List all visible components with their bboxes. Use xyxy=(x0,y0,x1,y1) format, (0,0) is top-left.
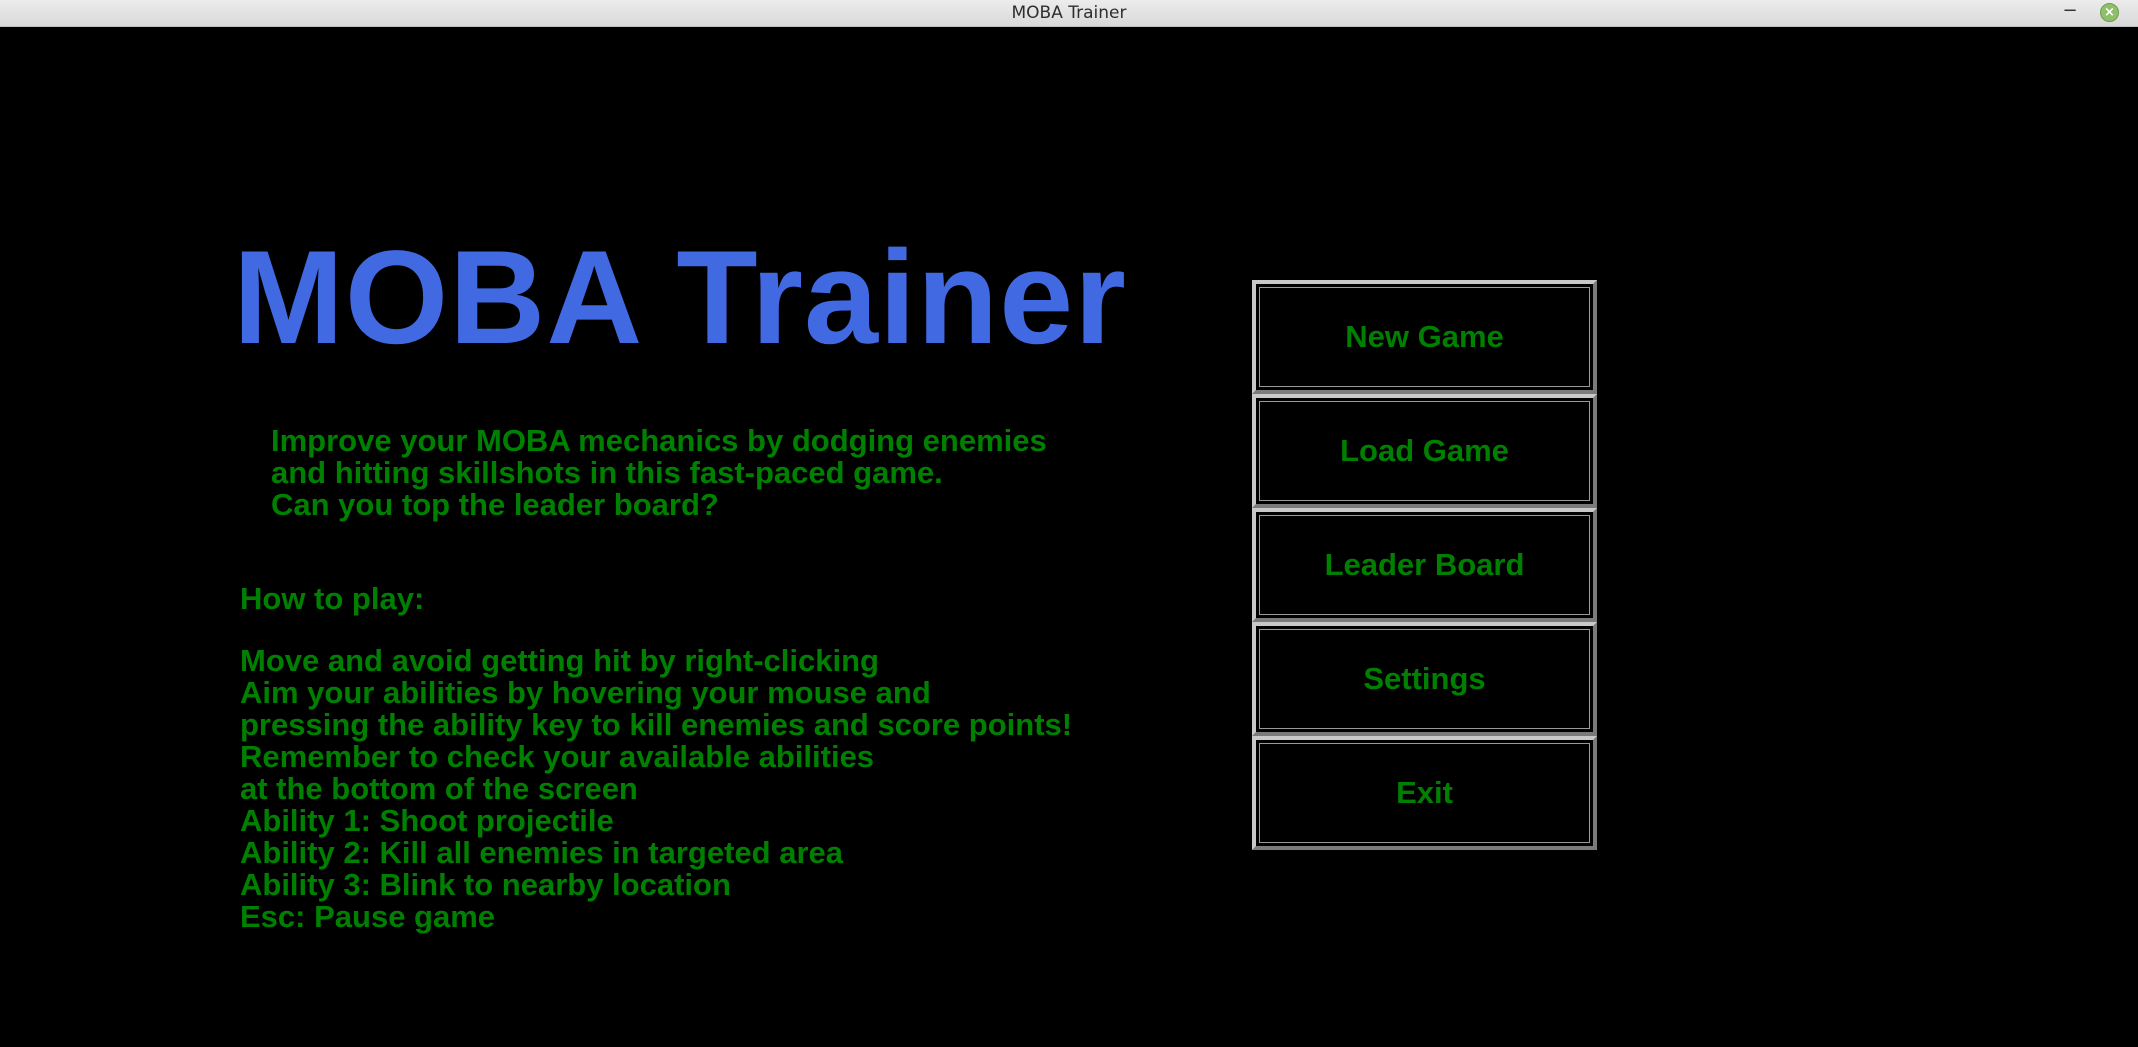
instruction-line: Ability 1: Shoot projectile xyxy=(240,803,614,838)
intro-line: Improve your MOBA mechanics by dodging e… xyxy=(271,423,1047,458)
instruction-line: Aim your abilities by hovering your mous… xyxy=(240,675,931,710)
window-title: MOBA Trainer xyxy=(1011,3,1127,23)
load-game-button[interactable]: Load Game xyxy=(1252,394,1597,508)
new-game-button[interactable]: New Game xyxy=(1252,280,1597,394)
exit-button[interactable]: Exit xyxy=(1252,736,1597,850)
window-titlebar: MOBA Trainer − × xyxy=(0,0,2138,27)
instruction-line: Remember to check your available abiliti… xyxy=(240,739,875,774)
game-title: MOBA Trainer xyxy=(233,224,1127,372)
instruction-line: Move and avoid getting hit by right-clic… xyxy=(240,643,879,678)
intro-line: and hitting skillshots in this fast-pace… xyxy=(271,455,943,490)
settings-button[interactable]: Settings xyxy=(1252,622,1597,736)
instruction-line: at the bottom of the screen xyxy=(240,771,638,806)
game-canvas: MOBA Trainer Improve your MOBA mechanics… xyxy=(0,27,2138,1047)
minimize-icon[interactable]: − xyxy=(2058,2,2082,24)
leader-board-button[interactable]: Leader Board xyxy=(1252,508,1597,622)
instruction-line: pressing the ability key to kill enemies… xyxy=(240,707,1073,742)
intro-text: Improve your MOBA mechanics by dodging e… xyxy=(271,425,1047,521)
instruction-line: Ability 3: Blink to nearby location xyxy=(240,867,731,902)
instructions-list: Move and avoid getting hit by right-clic… xyxy=(240,645,1072,933)
close-icon[interactable]: × xyxy=(2100,3,2119,22)
how-to-play-heading: How to play: xyxy=(240,581,425,616)
instruction-line: Esc: Pause game xyxy=(240,899,496,934)
main-menu: New Game Load Game Leader Board Settings… xyxy=(1252,280,1597,850)
intro-line: Can you top the leader board? xyxy=(271,487,719,522)
instruction-line: Ability 2: Kill all enemies in targeted … xyxy=(240,835,843,870)
